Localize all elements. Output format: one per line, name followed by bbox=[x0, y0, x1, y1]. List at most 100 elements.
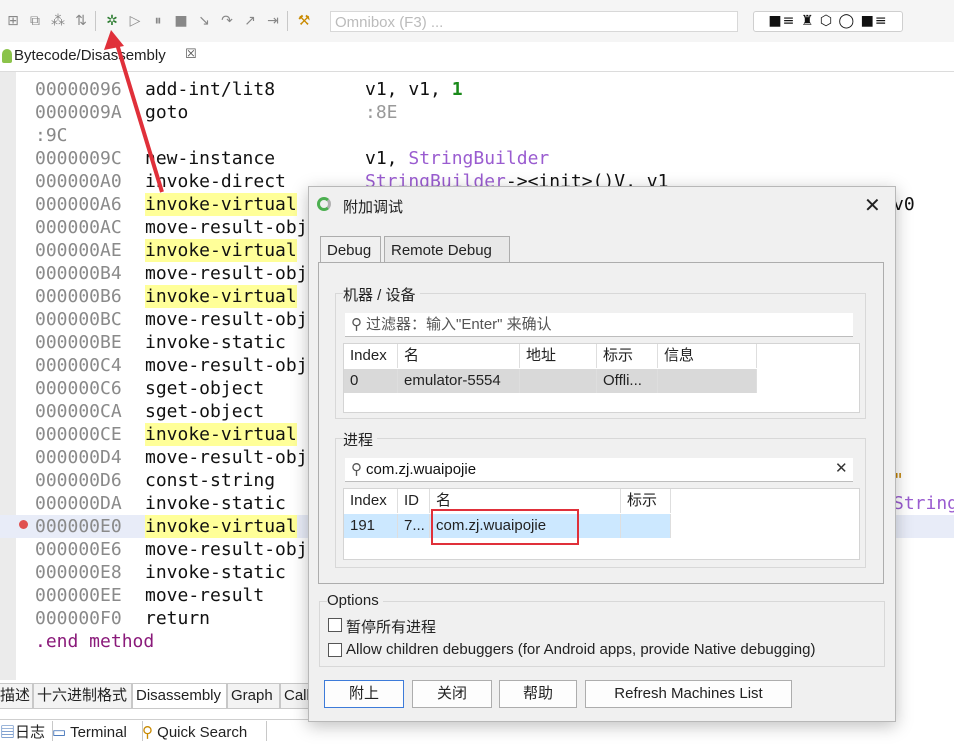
cell-address bbox=[520, 369, 597, 393]
code-instruction: goto bbox=[145, 102, 189, 123]
help-button[interactable]: 帮助 bbox=[499, 680, 577, 708]
tab-terminal[interactable]: ▭ Terminal bbox=[52, 721, 143, 741]
code-address: 000000AC bbox=[35, 217, 122, 238]
code-address: 00000096 bbox=[35, 79, 122, 100]
code-operand-tail: String bbox=[893, 493, 954, 514]
allow-children-checkbox[interactable] bbox=[328, 643, 342, 657]
debug-icon[interactable]: ✲ bbox=[103, 12, 121, 30]
options-label: Options bbox=[327, 592, 383, 609]
code-instruction: move-result-obj bbox=[145, 539, 308, 560]
sort-icon[interactable]: ⇅ bbox=[72, 12, 90, 30]
graph-icon[interactable]: ⁂ bbox=[49, 12, 67, 30]
col-header-flag[interactable]: 标示 bbox=[597, 344, 658, 368]
code-instruction: invoke-virtual bbox=[145, 193, 297, 216]
modules-icon[interactable]: ⧉ bbox=[26, 12, 44, 30]
cell-flag: Offli... bbox=[597, 369, 658, 393]
code-instruction: move-result-obj bbox=[145, 309, 308, 330]
stop-icon[interactable]: ■ bbox=[172, 12, 190, 30]
refresh-machines-button[interactable]: Refresh Machines List bbox=[585, 680, 792, 708]
code-line[interactable]: 0000009C new-instance v1, StringBuilder bbox=[0, 147, 954, 170]
code-address: 000000AE bbox=[35, 240, 122, 261]
step-out-icon[interactable]: ↗ bbox=[241, 12, 259, 30]
col-header-index[interactable]: Index bbox=[344, 344, 398, 368]
code-line[interactable]: 00000096 add-int/lit8 v1, v1, 1 bbox=[0, 78, 954, 101]
clear-filter-icon[interactable]: ✕ bbox=[835, 459, 848, 477]
code-operands: v1, StringBuilder bbox=[365, 147, 549, 170]
cell-flag bbox=[621, 514, 671, 538]
code-address: 000000CA bbox=[35, 401, 122, 422]
col-header-id[interactable]: ID bbox=[398, 489, 430, 513]
col-header-info[interactable]: 信息 bbox=[658, 344, 757, 368]
col-header-index[interactable]: Index bbox=[344, 489, 398, 513]
close-button[interactable]: 关闭 bbox=[412, 680, 492, 708]
android-icon bbox=[2, 49, 12, 63]
code-address: 000000DA bbox=[35, 493, 122, 514]
col-header-address[interactable]: 地址 bbox=[520, 344, 597, 368]
code-line[interactable]: 0000009A goto:8E bbox=[0, 101, 954, 124]
attach-button[interactable]: 附上 bbox=[324, 680, 404, 708]
search-icon: ⚲ bbox=[351, 316, 362, 333]
code-operands: :8E bbox=[365, 101, 398, 124]
tab-quick-search[interactable]: ⚲ Quick Search bbox=[142, 721, 267, 741]
code-address: 000000BE bbox=[35, 332, 122, 353]
code-instruction: invoke-virtual bbox=[145, 515, 297, 538]
code-instruction: move-result bbox=[145, 585, 265, 606]
cell-index: 191 bbox=[344, 514, 398, 538]
col-header-name[interactable]: 名 bbox=[398, 344, 520, 368]
suspend-all-label: 暂停所有进程 bbox=[346, 619, 437, 636]
run-to-cursor-icon[interactable]: ⇥ bbox=[264, 12, 282, 30]
code-address: 0000009C bbox=[35, 148, 122, 169]
bottom-view-tabs: 描述 十六进制格式 Disassembly Graph Call bbox=[0, 683, 320, 709]
close-icon[interactable]: ✕ bbox=[864, 193, 881, 217]
cell-info bbox=[658, 369, 757, 393]
run-icon[interactable]: ▷ bbox=[126, 12, 144, 30]
perspective-switcher[interactable]: ■≡ ♜ ⬡ ◯ ■≡ bbox=[753, 11, 903, 32]
tab-log[interactable]: ▤日志 bbox=[0, 721, 53, 741]
code-label: :9C bbox=[35, 125, 68, 146]
code-instruction: add-int/lit8 bbox=[145, 79, 276, 100]
log-icon: ▤ bbox=[0, 724, 16, 741]
operand: v1, bbox=[365, 148, 409, 169]
code-instruction: move-result-obj bbox=[145, 217, 308, 238]
machines-filter-input[interactable]: ⚲ 过滤器：输入"Enter" 来确认 bbox=[345, 313, 853, 337]
cell-name: emulator-5554 bbox=[398, 369, 520, 393]
breakpoint-icon[interactable] bbox=[19, 520, 28, 529]
col-header-flag[interactable]: 标示 bbox=[621, 489, 671, 513]
tab-hex[interactable]: 十六进制格式 bbox=[33, 683, 132, 709]
step-over-icon[interactable]: ↷ bbox=[218, 12, 236, 30]
code-address: 000000E0 bbox=[35, 516, 122, 537]
code-address: 000000F0 bbox=[35, 608, 122, 629]
main-toolbar: ⊞ ⧉ ⁂ ⇅ ✲ ▷ ⏸ ■ ↘ ↷ ↗ ⇥ ⚒ Omnibox (F3) .… bbox=[0, 0, 954, 42]
code-instruction: sget-object bbox=[145, 401, 265, 422]
tab-graph[interactable]: Graph bbox=[227, 683, 280, 709]
code-address: 000000BC bbox=[35, 309, 122, 330]
build-icon[interactable]: ⚒ bbox=[295, 12, 313, 30]
omnibox-input[interactable]: Omnibox (F3) ... bbox=[330, 11, 738, 32]
tab-debug[interactable]: Debug bbox=[320, 236, 381, 265]
editor-tab-title[interactable]: Bytecode/Disassembly bbox=[14, 47, 166, 64]
close-tab-icon[interactable]: ☒ bbox=[185, 47, 197, 62]
step-into-icon[interactable]: ↘ bbox=[195, 12, 213, 30]
cell-index: 0 bbox=[344, 369, 398, 393]
code-instruction: return bbox=[145, 608, 211, 629]
code-address: 000000D6 bbox=[35, 470, 122, 491]
code-instruction: invoke-virtual bbox=[145, 423, 297, 446]
tab-remote-debug[interactable]: Remote Debug bbox=[384, 236, 510, 264]
pause-icon[interactable]: ⏸ bbox=[149, 12, 167, 30]
code-line[interactable]: :9C bbox=[0, 124, 954, 147]
code-address: 000000A6 bbox=[35, 194, 122, 215]
machines-filter-placeholder: 过滤器：输入"Enter" 来确认 bbox=[366, 316, 552, 333]
code-address: 000000C6 bbox=[35, 378, 122, 399]
code-instruction: invoke-static bbox=[145, 493, 286, 514]
console-tabs: ▤日志 ▭ Terminal ⚲ Quick Search bbox=[0, 719, 320, 741]
tab-disassembly[interactable]: Disassembly bbox=[132, 683, 227, 709]
suspend-all-checkbox[interactable] bbox=[328, 618, 342, 632]
code-instruction: invoke-virtual bbox=[145, 285, 297, 308]
code-instruction: new-instance bbox=[145, 148, 276, 169]
operand: :8E bbox=[365, 102, 398, 123]
process-filter-input[interactable]: ⚲ com.zj.wuaipojie bbox=[345, 458, 853, 482]
tab-description[interactable]: 描述 bbox=[0, 683, 33, 709]
grid-icon[interactable]: ⊞ bbox=[4, 12, 22, 30]
code-instruction: move-result-obj bbox=[145, 355, 308, 376]
code-address: 000000E6 bbox=[35, 539, 122, 560]
